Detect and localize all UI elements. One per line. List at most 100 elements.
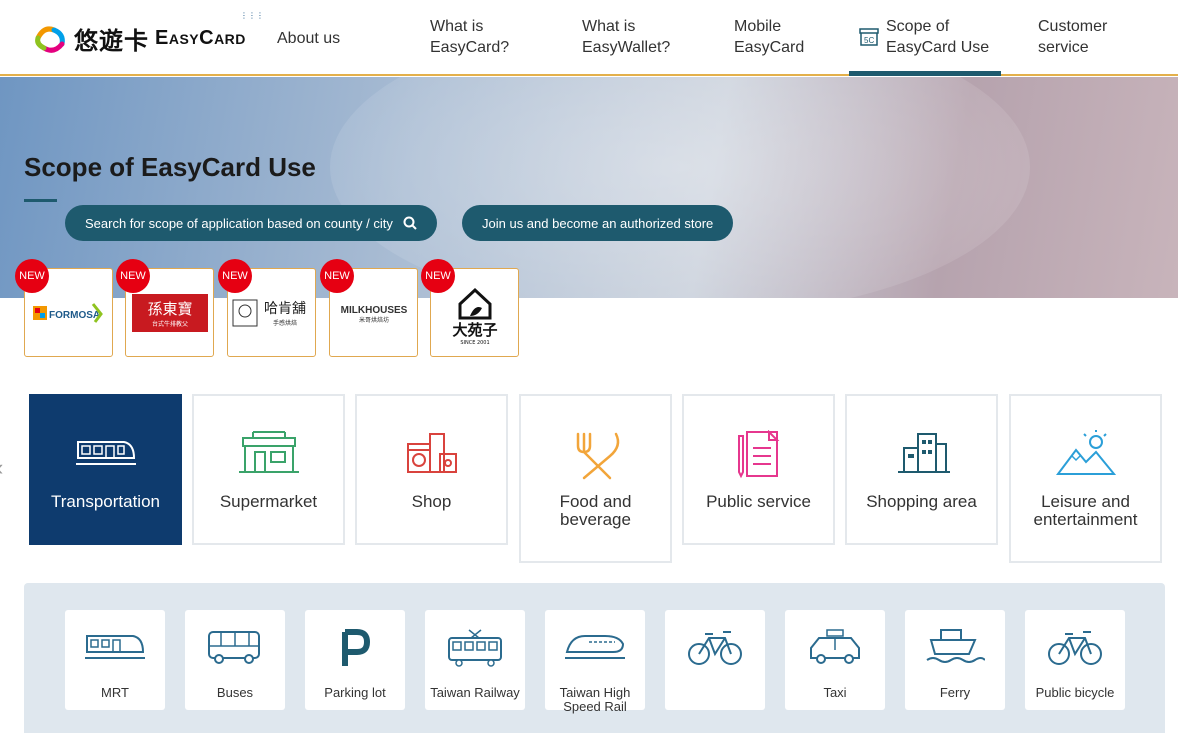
subcategory-mrt[interactable]: MRT <box>65 610 165 710</box>
nav-label-line: Mobile <box>734 18 782 35</box>
nav-label-line: service <box>1038 39 1089 56</box>
document-icon <box>737 430 779 479</box>
nav-label-line: Scope of <box>886 18 950 35</box>
mrt-icon <box>85 635 145 659</box>
easycard-logo[interactable]: 悠遊卡 EasyCard <box>32 18 246 58</box>
new-badge: NEW <box>320 259 354 293</box>
search-by-county-button[interactable]: Search for scope of application based on… <box>65 205 437 241</box>
brand-logo-text: MILKHOUSES <box>340 305 407 316</box>
nav-label-line: What is <box>430 18 484 35</box>
easycard-logo-icon <box>35 26 65 53</box>
nav-what-is-easycard[interactable]: What is EasyCard? <box>430 16 509 58</box>
brand-logo-subtext: 手感烘焙 <box>272 319 296 327</box>
store-map-icon: 5C <box>859 28 879 46</box>
category-shop[interactable]: Shop <box>355 394 508 545</box>
nav-about-us-label: About us <box>277 30 341 47</box>
brand-logo-subtext: 台式牛排教父 <box>151 320 187 328</box>
join-authorized-store-button[interactable]: Join us and become an authorized store <box>462 205 734 241</box>
subcategory-parking-lot[interactable]: Parking lot <box>305 610 405 710</box>
category-label: Shop <box>411 492 452 511</box>
carousel-prev-arrow[interactable]: ‹ <box>0 455 3 481</box>
subcategory-label: MRT <box>101 685 129 700</box>
subcategory-label: Parking lot <box>324 685 386 700</box>
subcategory-ferry[interactable]: Ferry <box>905 610 1005 710</box>
site-header: 悠遊卡 EasyCard ⋮⋮⋮ About us What is EasyCa… <box>0 0 1178 76</box>
subcategory-buses[interactable]: Buses <box>185 610 285 710</box>
fork-knife-icon <box>576 432 619 480</box>
new-badge: NEW <box>218 259 252 293</box>
brand-logo-text: 孫東寶 <box>147 300 192 318</box>
tram-icon <box>448 629 502 667</box>
category-shopping-area[interactable]: Shopping area <box>845 394 998 545</box>
ferry-icon <box>926 629 985 663</box>
brand-card-milkhouses[interactable]: NEW MILKHOUSES 米哥烘焙坊 <box>320 259 418 357</box>
category-label: Transportation <box>51 492 160 511</box>
page-title: Scope of EasyCard Use <box>24 152 316 182</box>
nav-label-line: EasyCard? <box>430 39 510 56</box>
brand-logo-text: 大苑子 <box>452 321 497 339</box>
subcategory-label: Taxi <box>823 685 847 700</box>
subcategory-taiwan-high-speed-rail[interactable]: Taiwan High Speed Rail <box>545 610 645 714</box>
brand-logo-text: 哈肯舖 <box>264 301 306 317</box>
train-icon <box>75 441 136 465</box>
category-label: Supermarket <box>219 492 318 511</box>
category-supermarket[interactable]: Supermarket <box>192 394 345 545</box>
subcategory-label-line: Speed Rail <box>563 699 627 714</box>
nav-label-line: EasyWallet? <box>582 39 671 56</box>
category-label-line: beverage <box>560 510 631 529</box>
brand-logo-subtext: SINCE 2001 <box>460 340 489 346</box>
category-transportation[interactable]: Transportation <box>29 394 182 545</box>
parking-icon <box>342 629 371 666</box>
hero-banner <box>0 77 1178 298</box>
brand-card-formosa[interactable]: NEW FORMOSA <box>15 259 113 357</box>
hsr-icon <box>565 635 625 659</box>
logo-text-zh: 悠遊卡 <box>74 25 149 55</box>
search-icon <box>403 216 417 230</box>
subcategory-public-bicycle[interactable]: Public bicycle <box>1025 610 1125 710</box>
category-leisure-and-entertainment[interactable]: Leisure and entertainment <box>1009 394 1162 563</box>
subcategory-bicycle[interactable] <box>665 610 765 710</box>
subcategory-label: Ferry <box>939 685 971 700</box>
new-badge: NEW <box>15 259 49 293</box>
bicycle-icon <box>688 631 742 665</box>
brand-logo-subtext: 米哥烘焙坊 <box>358 316 388 324</box>
nav-about-us[interactable]: About us <box>277 28 340 49</box>
mountain-icon <box>1055 430 1116 475</box>
nav-label-line: EasyCard Use <box>886 39 990 56</box>
category-label-line: entertainment <box>1033 510 1138 529</box>
brand-card-da-yuan-zi[interactable]: NEW 大苑子 SINCE 2001 <box>421 259 519 357</box>
nav-what-is-easywallet[interactable]: What is EasyWallet? <box>582 16 670 58</box>
subcategory-taiwan-railway[interactable]: Taiwan Railway <box>425 610 525 710</box>
appliance-icon <box>406 433 457 473</box>
subcategory-label: Taiwan Railway <box>430 685 520 700</box>
nav-mobile-easycard[interactable]: Mobile EasyCard <box>734 16 804 58</box>
category-label: Public service <box>706 492 811 511</box>
category-food-and-beverage[interactable]: Food and beverage <box>519 394 672 563</box>
category-label-line: Leisure and <box>1041 492 1130 511</box>
subcategory-label: Buses <box>216 685 254 700</box>
nav-customer-service[interactable]: Customer service <box>1038 16 1107 58</box>
join-button-label: Join us and become an authorized store <box>482 215 714 231</box>
brand-card-ha-ken-pu[interactable]: NEW 哈肯舖 手感烘焙 <box>218 259 316 357</box>
category-label-line: Food and <box>559 492 632 511</box>
nav-scope-of-use[interactable]: Scope of EasyCard Use <box>886 16 989 58</box>
apps-grid-icon[interactable]: ⋮⋮⋮ <box>240 12 264 20</box>
new-badge: NEW <box>421 259 455 293</box>
logo-text-en: EasyCard <box>155 26 246 49</box>
search-button-label: Search for scope of application based on… <box>85 215 393 231</box>
category-public-service[interactable]: Public service <box>682 394 835 545</box>
svg-text:5C: 5C <box>864 36 874 45</box>
bus-icon <box>208 631 260 664</box>
nav-label-line: What is <box>582 18 636 35</box>
store-icon <box>238 431 299 473</box>
subcategory-taxi[interactable]: Taxi <box>785 610 885 710</box>
brand-logo-text: FORMOSA <box>49 310 100 321</box>
subcategory-label: Public bicycle <box>1035 685 1115 700</box>
new-badge: NEW <box>116 259 150 293</box>
public-bicycle-icon <box>1048 631 1102 665</box>
brand-card-sun-dong-bao[interactable]: NEW 孫東寶 台式牛排教父 <box>116 259 214 357</box>
category-label: Shopping area <box>866 492 977 511</box>
building-icon <box>897 433 950 473</box>
nav-label-line: Customer <box>1038 18 1108 35</box>
nav-label-line: EasyCard <box>734 39 805 56</box>
